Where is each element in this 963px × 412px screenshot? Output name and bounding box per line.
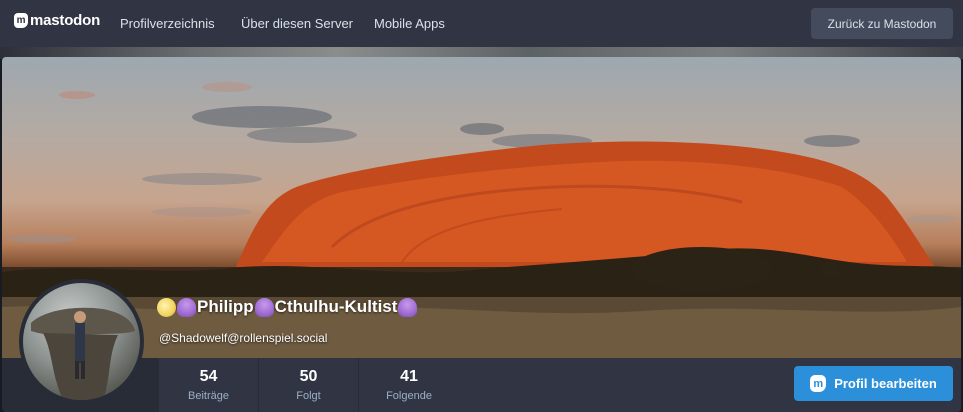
profile-handle: @Shadowelf@rollenspiel.social (159, 331, 328, 345)
followers-label: Folgende (386, 390, 432, 402)
octopus-emoji-icon (177, 297, 196, 317)
counter-posts[interactable]: 54 Beiträge (159, 358, 259, 412)
counter-followers[interactable]: 41 Folgende (359, 358, 459, 412)
following-count: 50 (299, 368, 318, 385)
mastodon-icon: m (810, 375, 827, 392)
nav-mobile-apps[interactable]: Mobile Apps (374, 16, 445, 31)
edit-profile-button[interactable]: m Profil bearbeiten (794, 366, 953, 401)
display-name-part1: Philipp (197, 297, 254, 316)
counter-following[interactable]: 50 Folgt (259, 358, 359, 412)
followers-count: 41 (400, 368, 418, 385)
moon-emoji-icon (157, 297, 176, 317)
back-to-mastodon-button[interactable]: Zurück zu Mastodon (811, 8, 953, 39)
following-label: Folgt (296, 390, 321, 402)
avatar-image (31, 307, 135, 400)
avatar[interactable] (19, 279, 144, 404)
octopus-emoji-icon (398, 297, 418, 317)
posts-label: Beiträge (188, 390, 229, 402)
octopus-emoji-icon (254, 297, 274, 317)
posts-count: 54 (199, 368, 218, 385)
display-name-part2: Cthulhu-Kultist (274, 297, 398, 316)
profile-header-card: Philipp Cthulhu-Kultist @Shadowelf@rolle… (2, 57, 961, 412)
mastodon-brand[interactable]: m mastodon (14, 12, 100, 29)
mastodon-logo-icon: m (14, 13, 28, 28)
profile-display-name: Philipp Cthulhu-Kultist (157, 297, 418, 317)
nav-profile-directory[interactable]: Profilverzeichnis (120, 16, 215, 31)
banner-image-uluru (2, 82, 961, 358)
top-navigation: m mastodon Profilverzeichnis Über diesen… (0, 0, 963, 47)
profile-banner (2, 57, 961, 358)
brand-wordmark: mastodon (30, 12, 101, 29)
nav-about-server[interactable]: Über diesen Server (241, 16, 353, 31)
edit-profile-label: Profil bearbeiten (834, 376, 937, 391)
